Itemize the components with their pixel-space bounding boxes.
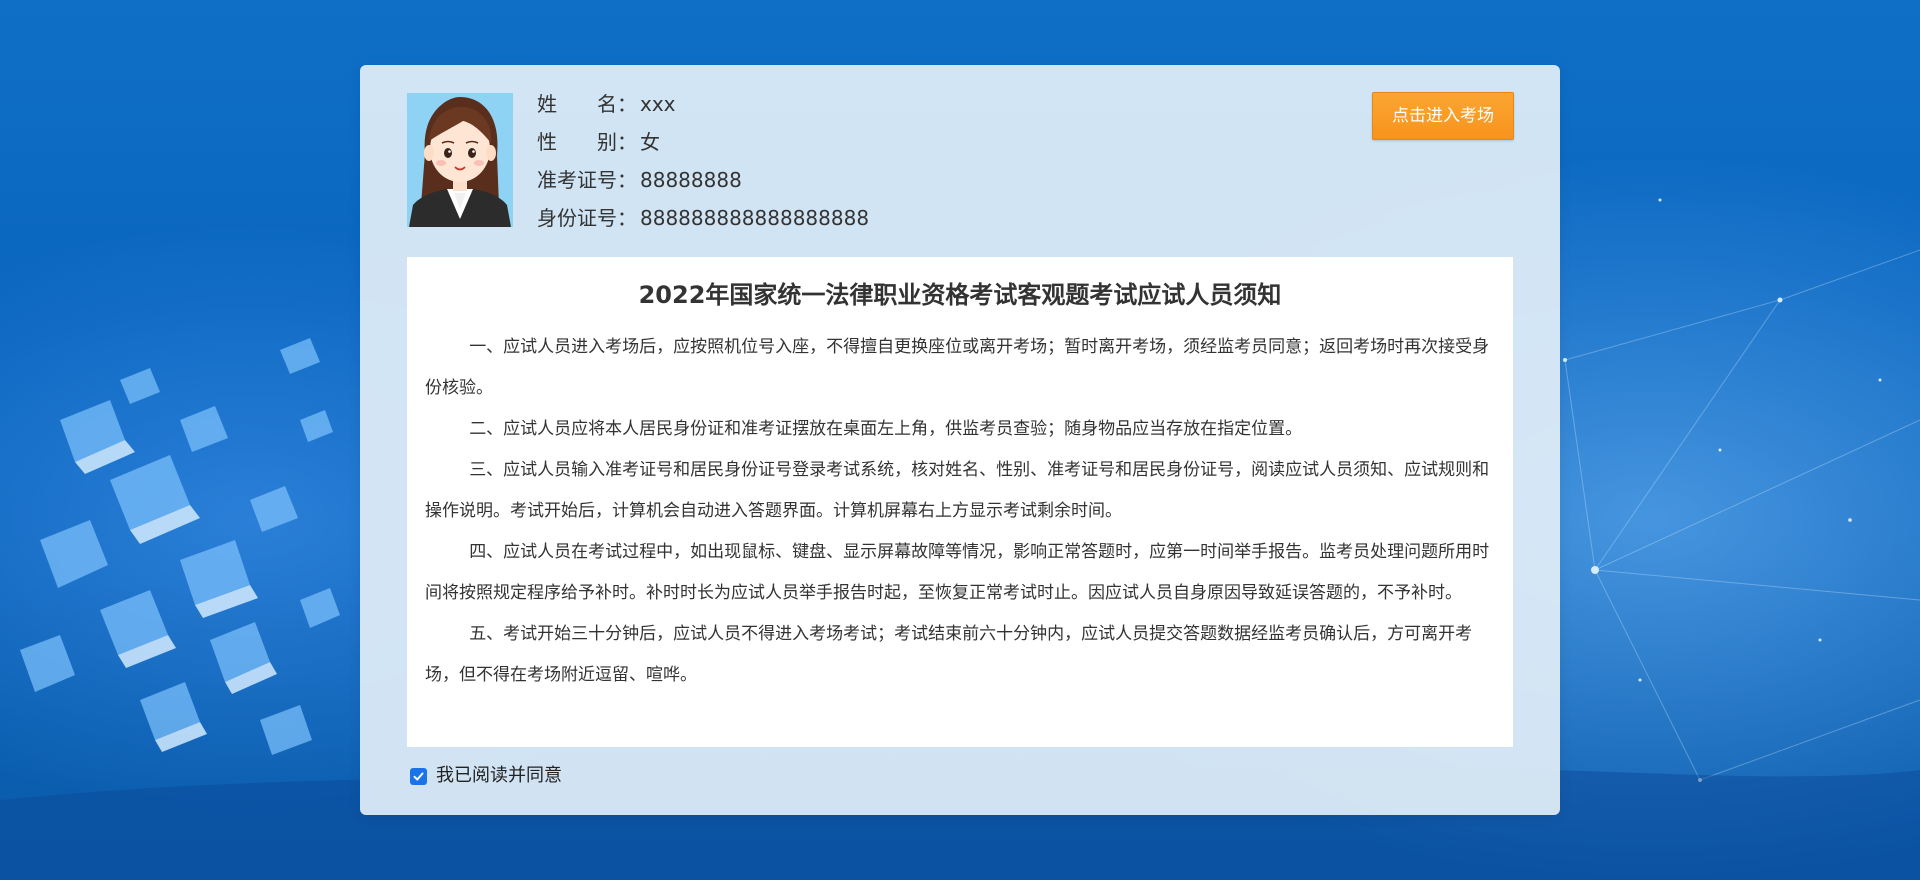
- notice-body: 一、应试人员进入考场后，应按照机位号入座，不得擅自更换座位或离开考场；暂时离开考…: [425, 327, 1501, 696]
- id-label: 身份证号：: [537, 206, 637, 230]
- notice-paragraph-5: 五、考试开始三十分钟后，应试人员不得进入考场考试；考试结束前六十分钟内，应试人员…: [425, 624, 1473, 685]
- exam-entry-card: 姓 名： xxx 性 别：女 准考证号： 88888888 身份证号： 8888888…: [360, 65, 1560, 815]
- candidate-ticket-row: 准考证号： 88888888: [537, 161, 869, 199]
- female-avatar-icon: [407, 93, 513, 227]
- candidate-gender-row: 性 别：女: [537, 123, 869, 161]
- candidate-name-row: 姓 名： xxx: [537, 85, 869, 123]
- candidate-info: 姓 名： xxx 性 别：女 准考证号： 88888888 身份证号： 8888888…: [537, 85, 869, 237]
- id-value: 888888888888888888: [640, 206, 870, 230]
- gender-label: 性 别：: [537, 130, 637, 154]
- agreement-row[interactable]: 我已阅读并同意: [410, 765, 562, 787]
- notice-paragraph-1: 一、应试人员进入考场后，应按照机位号入座，不得擅自更换座位或离开考场；暂时离开考…: [425, 337, 1490, 398]
- notice-paragraph-3: 三、应试人员输入准考证号和居民身份证号登录考试系统，核对姓名、性别、准考证号和居…: [425, 460, 1490, 521]
- gender-value: 女: [640, 130, 660, 154]
- checkmark-icon: [413, 772, 424, 780]
- candidate-id-row: 身份证号： 888888888888888888: [537, 199, 869, 237]
- notice-panel: 2022年国家统一法律职业资格考试客观题考试应试人员须知 一、应试人员进入考场后…: [407, 257, 1513, 747]
- enter-exam-button[interactable]: 点击进入考场: [1372, 92, 1514, 140]
- notice-paragraph-2: 二、应试人员应将本人居民身份证和准考证摆放在桌面左上角，供监考员查验；随身物品应…: [469, 419, 1303, 439]
- notice-paragraph-4: 四、应试人员在考试过程中，如出现鼠标、键盘、显示屏幕故障等情况，影响正常答题时，…: [425, 542, 1490, 603]
- agree-label[interactable]: 我已阅读并同意: [436, 765, 562, 787]
- notice-title: 2022年国家统一法律职业资格考试客观题考试应试人员须知: [638, 281, 1282, 309]
- name-label: 姓 名：: [537, 92, 637, 116]
- ticket-value: 88888888: [640, 168, 742, 192]
- agree-checkbox[interactable]: [410, 767, 427, 785]
- ticket-label: 准考证号：: [537, 168, 637, 192]
- name-value: xxx: [640, 92, 676, 116]
